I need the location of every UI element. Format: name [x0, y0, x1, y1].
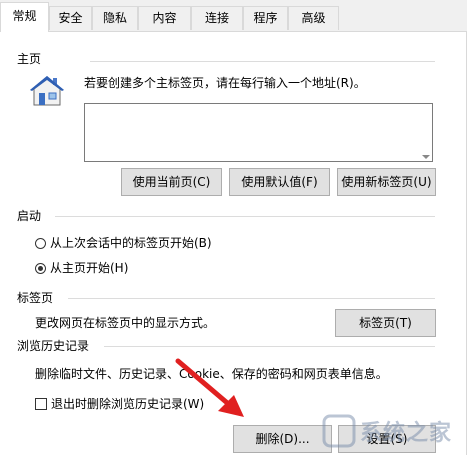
radio-homepage-label[interactable]: 从主页开始(H): [50, 261, 128, 275]
history-section-divider: [104, 346, 435, 347]
tab-programs[interactable]: 程序: [243, 6, 288, 30]
homepage-section-divider: [90, 61, 435, 62]
tabs-settings-button[interactable]: 标签页(T): [335, 309, 436, 337]
tab-content[interactable]: 内容: [138, 6, 191, 30]
annotation-arrow-icon: [175, 358, 244, 417]
radio-selected-dot: [38, 266, 43, 271]
tab-privacy[interactable]: 隐私: [92, 6, 138, 30]
tabs-section-divider: [68, 298, 435, 299]
homepage-address-textarea[interactable]: [84, 103, 433, 162]
delete-history-button[interactable]: 删除(D)...: [233, 425, 332, 453]
tab-security[interactable]: 安全: [49, 6, 92, 30]
scroll-down-icon: [422, 155, 430, 159]
startup-section-divider: [55, 216, 435, 217]
radio-last-session[interactable]: [35, 238, 46, 249]
radio-homepage[interactable]: [35, 263, 46, 274]
homepage-description: 若要创建多个主标签页，请在每行输入一个地址(R)。: [84, 76, 366, 90]
use-current-page-button[interactable]: 使用当前页(C): [121, 168, 222, 196]
radio-last-session-label[interactable]: 从上次会话中的标签页开始(B): [50, 236, 212, 250]
history-settings-button[interactable]: 设置(S): [338, 425, 436, 453]
history-section-title: 浏览历史记录: [17, 339, 90, 353]
house-icon: [28, 74, 66, 108]
tab-advanced[interactable]: 高级: [288, 6, 339, 30]
startup-section-title: 启动: [17, 209, 42, 223]
tab-connections[interactable]: 连接: [191, 6, 243, 30]
tab-general[interactable]: 常规: [0, 2, 49, 32]
use-new-tab-button[interactable]: 使用新标签页(U): [337, 168, 436, 196]
tabs-section-title: 标签页: [17, 291, 54, 305]
delete-on-exit-checkbox[interactable]: [35, 398, 47, 410]
tabs-section-description: 更改网页在标签页中的显示方式。: [35, 316, 216, 330]
use-default-button[interactable]: 使用默认值(F): [229, 168, 330, 196]
homepage-section-title: 主页: [17, 52, 42, 66]
panel-top-border: [0, 31, 466, 32]
